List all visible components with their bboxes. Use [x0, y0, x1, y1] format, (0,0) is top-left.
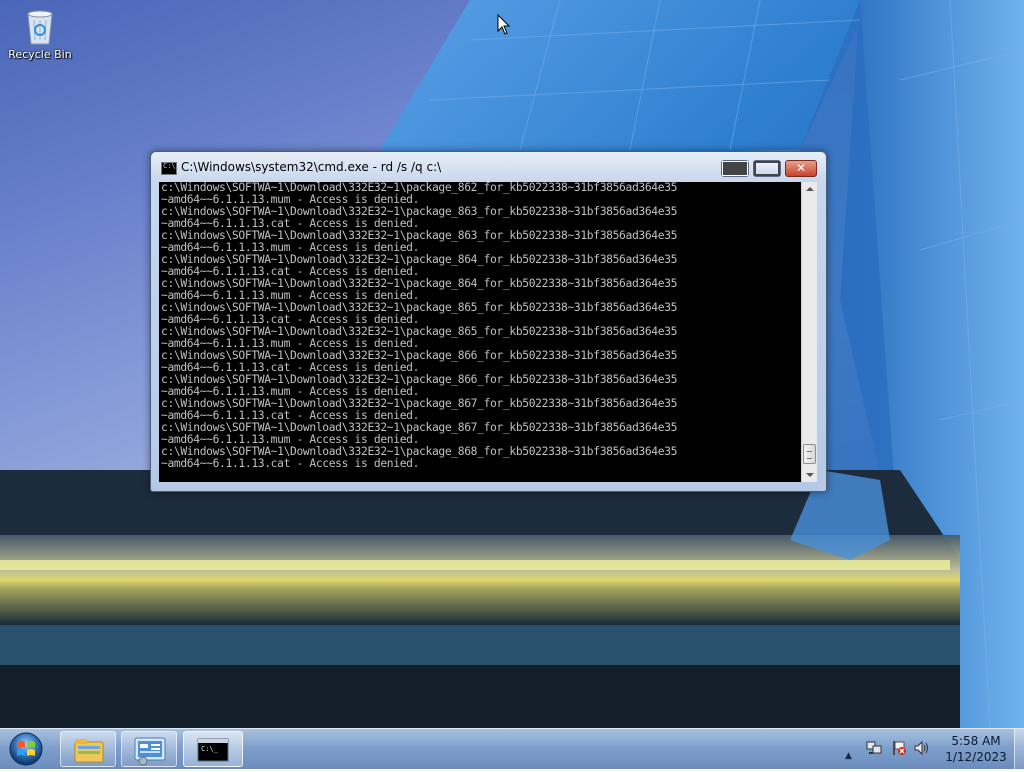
volume-icon[interactable]	[913, 740, 929, 756]
recycle-bin-label: Recycle Bin	[8, 48, 72, 61]
console-output[interactable]: c:\Windows\SOFTWA~1\Download\332E32~1\pa…	[159, 182, 801, 482]
system-clock[interactable]: 5:58 AM 1/12/2023	[936, 733, 1016, 765]
windows-explorer-icon	[74, 739, 104, 763]
close-icon: ✕	[795, 161, 807, 175]
action-center-flag-icon[interactable]	[891, 740, 907, 756]
taskbar-control-panel-button[interactable]	[121, 731, 177, 767]
cmd-window[interactable]: C:\Windows\system32\cmd.exe - rd /s /q c…	[150, 151, 827, 492]
taskbar: C:\_ ▲ 5:58 AM 1/12/2023	[0, 728, 1024, 769]
svg-text:C:\_: C:\_	[201, 745, 219, 753]
show-hidden-icons-glyph: ▲	[845, 751, 852, 761]
recycle-bin-shortcut[interactable]: Recycle Bin	[4, 6, 76, 76]
clock-date: 1/12/2023	[945, 750, 1007, 764]
window-title: C:\Windows\system32\cmd.exe - rd /s /q c…	[181, 160, 442, 174]
show-hidden-icons-icon[interactable]: ▲	[845, 743, 852, 762]
minimize-icon	[722, 161, 748, 176]
desktop[interactable]: Recycle Bin C:\Windows\system32\cmd.exe …	[0, 0, 1024, 728]
cmd-icon	[161, 162, 177, 175]
minimize-button[interactable]	[721, 160, 749, 177]
taskbar-cmd-button[interactable]: C:\_	[183, 731, 243, 767]
taskbar-explorer-button[interactable]	[60, 731, 116, 767]
window-titlebar[interactable]: C:\Windows\system32\cmd.exe - rd /s /q c…	[151, 152, 826, 182]
cmd-icon: C:\_	[197, 738, 229, 762]
vertical-scrollbar[interactable]	[801, 182, 817, 482]
clock-time: 5:58 AM	[951, 734, 1001, 748]
network-icon[interactable]	[866, 740, 882, 756]
maximize-icon	[754, 161, 780, 176]
control-panel-icon	[134, 737, 166, 766]
scroll-down-icon[interactable]	[802, 467, 817, 482]
windows-start-icon	[9, 732, 43, 766]
maximize-button[interactable]	[753, 160, 781, 177]
recycle-bin-icon	[27, 10, 53, 45]
console-lines: c:\Windows\SOFTWA~1\Download\332E32~1\pa…	[161, 182, 677, 470]
scrollbar-thumb[interactable]	[803, 444, 816, 464]
start-button[interactable]	[4, 730, 50, 768]
close-button[interactable]: ✕	[785, 160, 817, 177]
show-desktop-button[interactable]	[1014, 729, 1024, 769]
console-line: ~amd64~~6.1.1.13.cat - Access is denied.	[161, 457, 420, 470]
scroll-up-icon[interactable]	[802, 182, 817, 197]
mouse-pointer-icon	[497, 14, 511, 35]
